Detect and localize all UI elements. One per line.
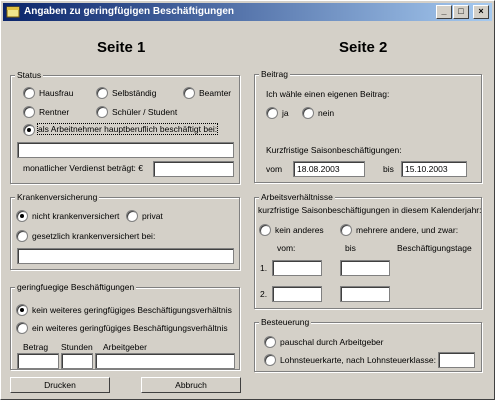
row1-bis-field[interactable]: [340, 260, 390, 276]
radio-pauschal[interactable]: [264, 336, 276, 348]
label-beamter: Beamter: [199, 88, 232, 98]
col-stunden: Stunden: [61, 342, 93, 352]
kasse-field[interactable]: [17, 248, 234, 264]
col-tage: Beschäftigungstage: [397, 243, 472, 253]
page1-heading: Seite 1: [97, 39, 146, 56]
app-icon: [6, 5, 20, 19]
arbeitgeber-field[interactable]: [95, 353, 235, 369]
label-selbstaendig: Selbständig: [112, 88, 157, 98]
col-bis: bis: [345, 243, 356, 253]
steuer-legend: Besteuerung: [259, 317, 312, 327]
radio-lohnsteuerkarte[interactable]: [264, 354, 276, 366]
radio-schueler[interactable]: [96, 106, 108, 118]
radio-arbeitnehmer[interactable]: [23, 124, 35, 136]
row1-vom-field[interactable]: [272, 260, 322, 276]
radio-privat[interactable]: [126, 210, 138, 222]
radio-kein-anderes[interactable]: [259, 224, 271, 236]
beitrag-legend: Beitrag: [259, 69, 290, 79]
maximize-button[interactable]: □: [453, 5, 469, 19]
label-kein-weiteres: kein weiteres geringfügiges Beschäftigun…: [32, 305, 232, 315]
row2-bis-field[interactable]: [340, 286, 390, 302]
radio-gesetzlich[interactable]: [16, 230, 28, 242]
label-rentner: Rentner: [39, 107, 70, 117]
col-betrag: Betrag: [23, 342, 49, 352]
title-bar[interactable]: Angaben zu geringfügigen Beschäftigungen…: [3, 3, 492, 21]
vom-label: vom: [266, 164, 283, 174]
row1-label: 1.: [260, 263, 268, 273]
label-nein: nein: [318, 108, 335, 118]
label-kein-anderes: kein anderes: [275, 225, 324, 235]
label-mehrere: mehrere andere, und zwar:: [356, 225, 459, 235]
arbeits-subtitle: kurzfristige Saisonbeschäftigungen in di…: [258, 205, 482, 215]
verdienst-field[interactable]: [153, 161, 234, 177]
arbeits-legend: Arbeitsverhältnisse: [259, 192, 335, 202]
radio-nicht-versichert[interactable]: [16, 210, 28, 222]
beitrag-group: Beitrag Ich wähle einen eigenen Beitrag:…: [254, 69, 482, 183]
window-title: Angaben zu geringfügigen Beschäftigungen: [24, 6, 234, 17]
radio-rentner[interactable]: [23, 106, 35, 118]
dialog-window: Angaben zu geringfügigen Beschäftigungen…: [0, 0, 495, 400]
radio-mehrere[interactable]: [340, 224, 352, 236]
steuerklasse-field[interactable]: [438, 352, 475, 368]
close-button[interactable]: ×: [473, 5, 489, 19]
radio-selbstaendig[interactable]: [96, 87, 108, 99]
radio-ja[interactable]: [266, 107, 278, 119]
status-legend: Status: [15, 70, 44, 80]
saison-label: Kurzfristige Saisonbeschäftigungen:: [266, 145, 402, 155]
verdienst-label: monatlicher Verdienst beträgt: €: [23, 163, 144, 173]
label-hausfrau: Hausfrau: [39, 88, 74, 98]
drucken-button[interactable]: Drucken: [10, 377, 110, 393]
geringfuegig-group: geringfuegige Beschäftigungen kein weite…: [10, 282, 240, 370]
betrag-field[interactable]: [17, 353, 59, 369]
radio-ein-weiteres[interactable]: [16, 322, 28, 334]
steuer-group: Besteuerung pauschal durch Arbeitgeber L…: [254, 317, 482, 372]
row2-label: 2.: [260, 289, 268, 299]
bis-date-field[interactable]: 15.10.2003: [401, 161, 467, 177]
col-vom: vom:: [277, 243, 296, 253]
page2-heading: Seite 2: [339, 39, 388, 56]
minimize-button[interactable]: _: [436, 5, 452, 19]
label-lohnsteuerkarte: Lohnsteuerkarte, nach Lohnsteuerklasse:: [280, 355, 436, 365]
geringfuegig-legend: geringfuegige Beschäftigungen: [15, 282, 137, 292]
label-arbeitnehmer: als Arbeitnehmer hauptberuflich beschäft…: [36, 123, 219, 135]
col-arbeitgeber: Arbeitgeber: [103, 342, 147, 352]
bis-label: bis: [383, 164, 394, 174]
label-nicht-versichert: nicht krankenversichert: [32, 211, 120, 221]
beitrag-question: Ich wähle einen eigenen Beitrag:: [266, 89, 390, 99]
label-schueler: Schüler / Student: [112, 107, 178, 117]
radio-beamter[interactable]: [183, 87, 195, 99]
kranken-legend: Krankenversicherung: [15, 192, 100, 202]
employer-field[interactable]: [17, 142, 234, 158]
vom-date-field[interactable]: 18.08.2003: [293, 161, 365, 177]
label-pauschal: pauschal durch Arbeitgeber: [280, 337, 384, 347]
arbeits-group: Arbeitsverhältnisse kurzfristige Saisonb…: [254, 192, 482, 309]
stunden-field[interactable]: [61, 353, 93, 369]
kranken-group: Krankenversicherung nicht krankenversich…: [10, 192, 240, 270]
radio-hausfrau[interactable]: [23, 87, 35, 99]
row2-vom-field[interactable]: [272, 286, 322, 302]
radio-nein[interactable]: [302, 107, 314, 119]
radio-kein-weiteres[interactable]: [16, 304, 28, 316]
label-gesetzlich: gesetzlich krankenversichert bei:: [32, 231, 156, 241]
status-group: Status Hausfrau Selbständig Beamter Rent…: [10, 70, 240, 184]
abbruch-button[interactable]: Abbruch: [141, 377, 241, 393]
label-ein-weiteres: ein weiteres geringfügiges Beschäftigung…: [32, 323, 228, 333]
label-ja: ja: [282, 108, 289, 118]
label-privat: privat: [142, 211, 163, 221]
